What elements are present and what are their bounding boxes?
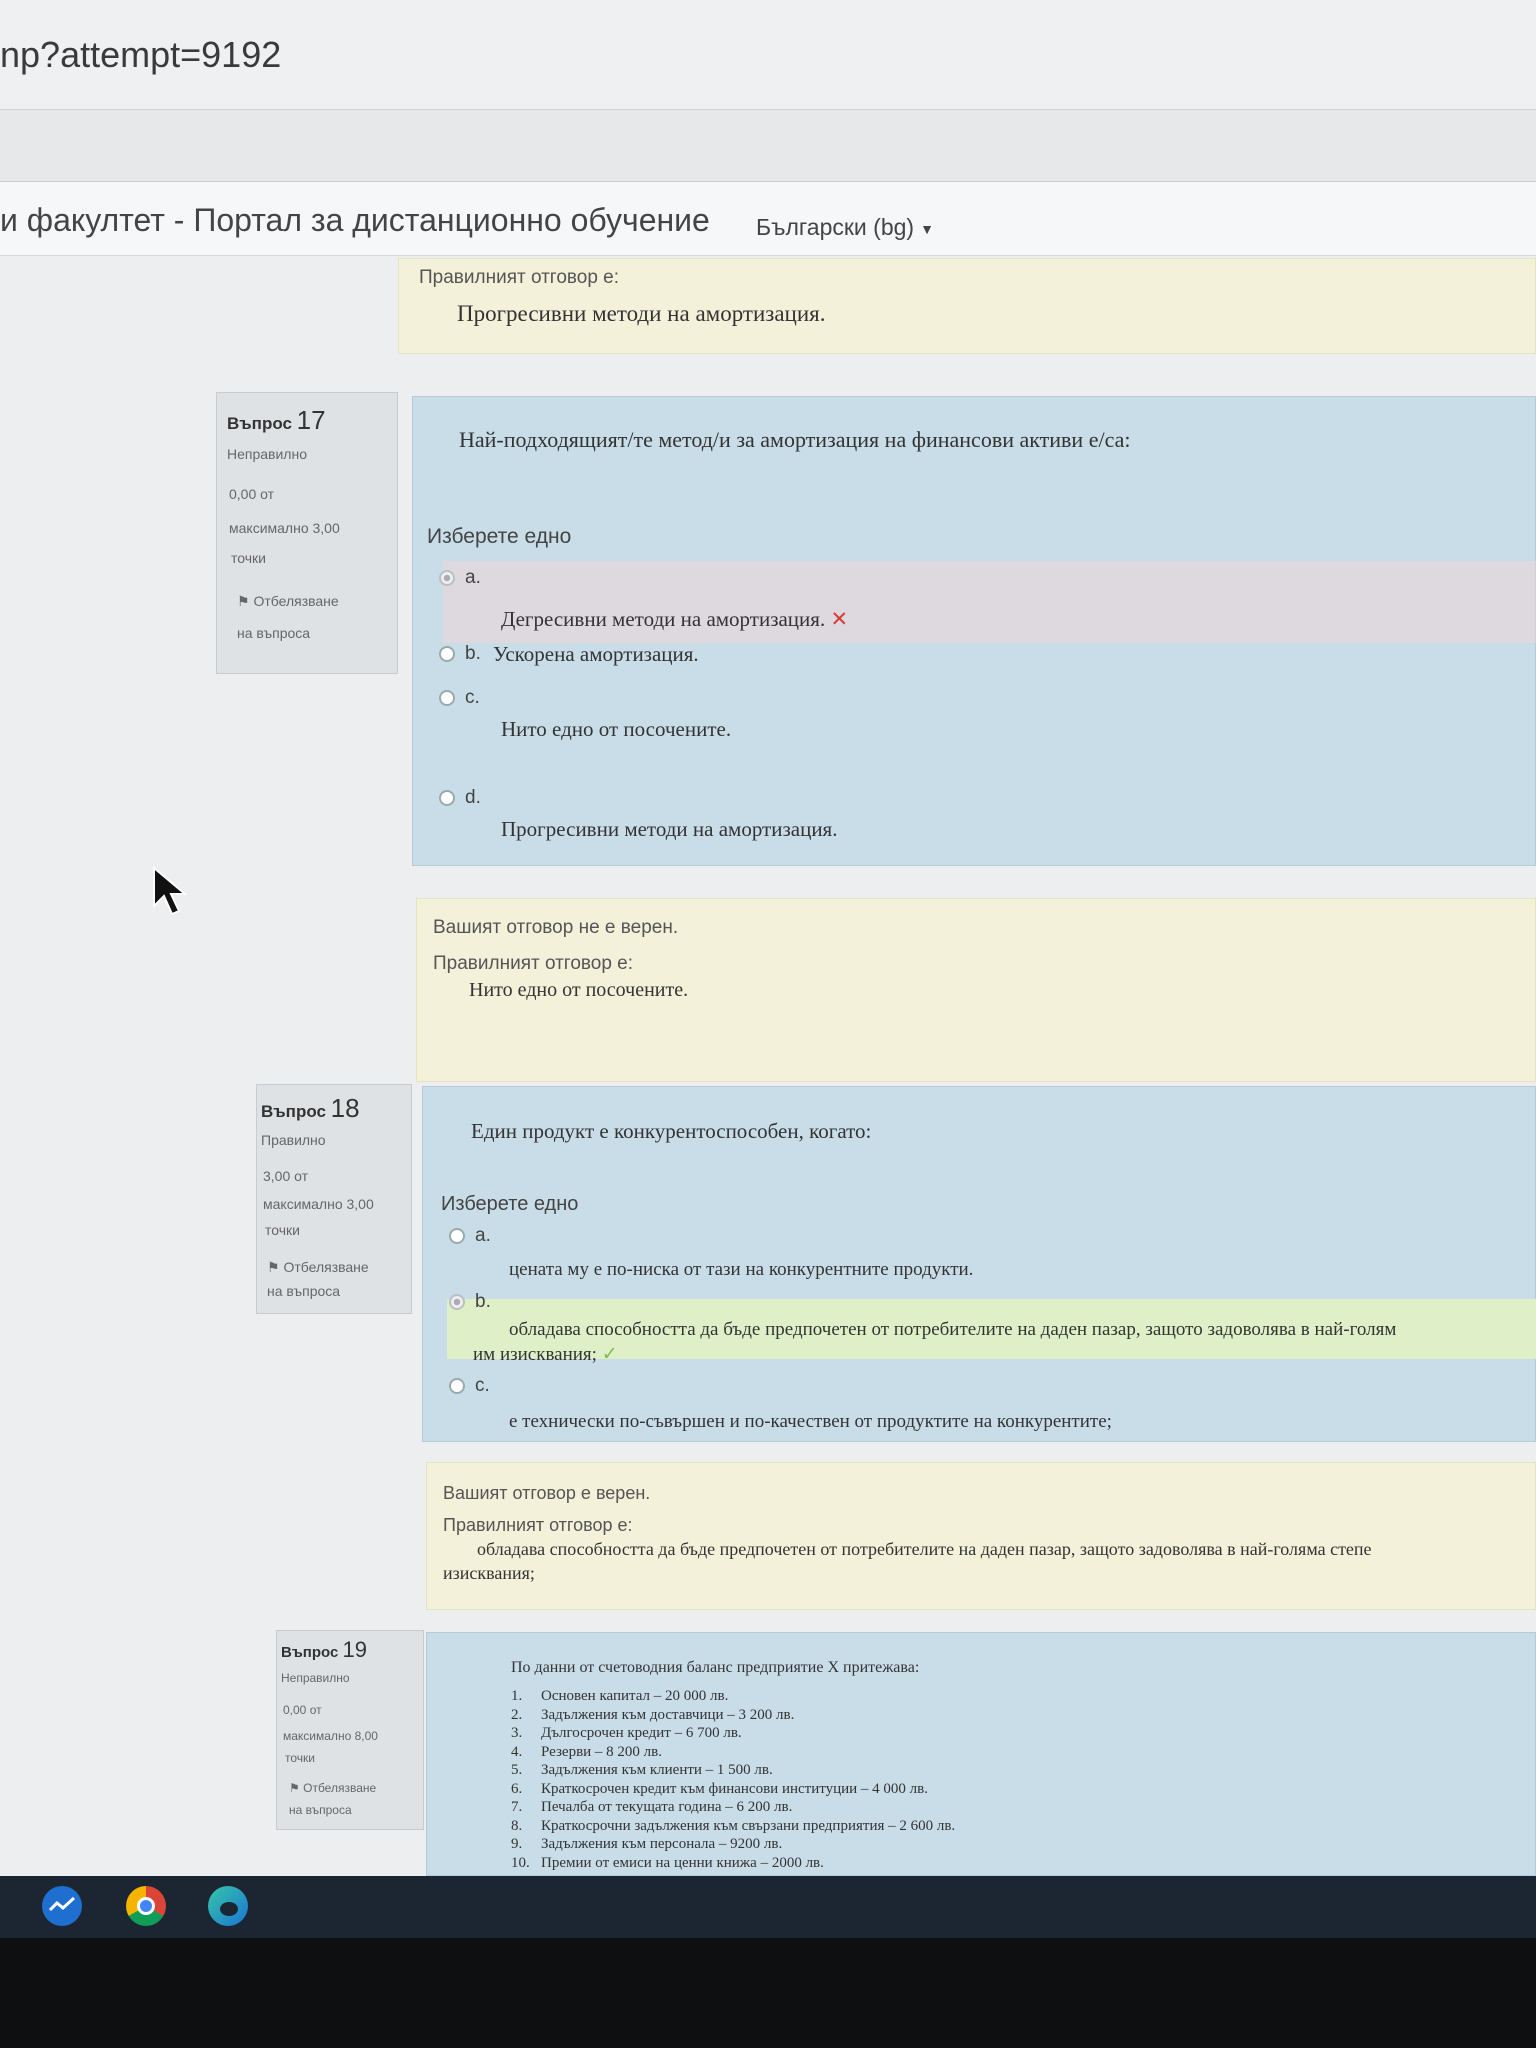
feedback-result: Вашият отговор не е верен. xyxy=(433,917,679,938)
flag-question-link-2[interactable]: на въпроса xyxy=(289,1803,352,1817)
option-a[interactable]: a. xyxy=(449,1225,491,1247)
correct-answer-text: Нито едно от посочените. xyxy=(469,979,689,1001)
language-selector[interactable]: Български (bg) ▼ xyxy=(756,214,934,241)
question-status: Правилно xyxy=(261,1132,326,1148)
correct-answer-text-cont: изисквания; xyxy=(443,1563,535,1583)
radio-a[interactable] xyxy=(449,1227,465,1244)
option-b-text: Ускорена амортизация. xyxy=(493,642,699,666)
list-item: 10. Премии от емиси на ценни книжа – 2000… xyxy=(511,1854,824,1871)
question-info-19: Въпрос 19 Неправилно 0,00 от максимално … xyxy=(276,1630,424,1830)
flag-icon: ⚑ xyxy=(267,1259,280,1275)
caret-down-icon: ▼ xyxy=(920,220,934,237)
question-number: Въпрос 17 xyxy=(227,405,326,435)
question-points: точки xyxy=(265,1222,300,1238)
correct-check-icon: ✓ xyxy=(601,1343,618,1365)
choose-one-label: Изберете едно xyxy=(441,1193,579,1215)
option-a[interactable]: a. xyxy=(439,567,481,589)
radio-c[interactable] xyxy=(439,689,455,706)
question-number: Въпрос 18 xyxy=(261,1093,360,1123)
flag-icon: ⚑ xyxy=(237,593,250,609)
option-d[interactable]: d. xyxy=(439,787,481,809)
correct-answer-text: обладава способността да бъде предпочете… xyxy=(477,1539,1372,1559)
question-score: 3,00 от xyxy=(263,1168,309,1184)
question-max: максимално 3,00 xyxy=(229,520,340,536)
stocks-icon[interactable] xyxy=(42,1886,82,1926)
radio-c[interactable] xyxy=(449,1377,465,1394)
question-number: Въпрос 19 xyxy=(281,1637,367,1662)
question-status: Неправилно xyxy=(227,446,307,462)
question-text: По данни от счетоводния баланс предприят… xyxy=(511,1659,920,1676)
question-feedback-17: Вашият отговор не е верен. Правилният от… xyxy=(416,898,1536,1082)
option-c[interactable]: c. xyxy=(439,687,480,709)
correct-answer-label: Правилният отговор е: xyxy=(433,953,634,974)
flag-icon: ⚑ xyxy=(289,1781,300,1795)
question-points: точки xyxy=(285,1751,315,1765)
option-c[interactable]: c. xyxy=(449,1375,490,1397)
option-b[interactable]: b. xyxy=(449,1291,491,1313)
os-taskbar xyxy=(0,1876,1536,1938)
list-item: 6. Краткосрочен кредит към финансови инст… xyxy=(511,1780,929,1797)
option-c-text: Нито едно от посочените. xyxy=(501,717,732,741)
option-a-text: цената му е по-ниска от тази на конкурен… xyxy=(509,1259,974,1280)
site-header: и факултет - Портал за дистанционно обуч… xyxy=(0,182,1536,256)
radio-b[interactable] xyxy=(439,645,455,662)
mouse-cursor-icon xyxy=(153,866,188,916)
option-b-text-cont: им изисквания; ✓ xyxy=(473,1343,618,1365)
option-c-text: е технически по-съвършен и по-качествен … xyxy=(509,1411,1112,1432)
option-a-text: Дегресивни методи на амортизация. ✕ xyxy=(501,607,849,631)
edge-icon[interactable] xyxy=(208,1886,248,1926)
option-b[interactable]: b. xyxy=(439,643,481,665)
flag-question-link[interactable]: ⚑ Отбелязване xyxy=(267,1259,369,1276)
list-item: 4. Резерви – 8 200 лв. xyxy=(511,1743,662,1760)
previous-feedback: Правилният отговор е: Прогресивни методи… xyxy=(398,258,1536,354)
question-text: Един продукт е конкурентоспособен, когат… xyxy=(471,1119,872,1143)
question-content-17: Най-подходящият/те метод/и за амортизаци… xyxy=(412,396,1536,866)
radio-d[interactable] xyxy=(439,789,455,806)
feedback-result: Вашият отговор е верен. xyxy=(443,1483,651,1503)
option-d-text: Прогресивни методи на амортизация. xyxy=(501,817,838,841)
language-label: Български (bg) xyxy=(756,214,915,240)
list-item: 2. Задължения към доставчици – 3 200 лв. xyxy=(511,1706,795,1723)
question-score: 0,00 от xyxy=(229,486,275,502)
monitor-bezel xyxy=(0,1938,1536,2048)
chrome-icon[interactable] xyxy=(126,1886,166,1926)
flag-question-link[interactable]: ⚑ Отбелязване xyxy=(237,593,339,610)
correct-answer-text: Прогресивни методи на амортизация. xyxy=(457,301,826,326)
list-item: 3. Дългосрочен кредит – 6 700 лв. xyxy=(511,1725,742,1741)
site-title[interactable]: и факултет - Портал за дистанционно обуч… xyxy=(0,202,710,239)
list-item: 7. Печалба от текущата година – 6 200 лв. xyxy=(511,1799,793,1815)
balance-items-list: 1. Основен капитал – 20 000 лв. 2. Задълже… xyxy=(511,1687,955,1872)
question-score: 0,00 от xyxy=(283,1703,322,1717)
question-text: Най-подходящият/те метод/и за амортизаци… xyxy=(459,427,1131,452)
question-content-18: Един продукт е конкурентоспособен, когат… xyxy=(422,1086,1536,1442)
question-status: Неправилно xyxy=(281,1671,350,1685)
list-item: 1. Основен капитал – 20 000 лв. xyxy=(511,1688,729,1704)
question-content-19: По данни от счетоводния баланс предприят… xyxy=(426,1632,1536,1876)
radio-a[interactable] xyxy=(439,569,455,586)
choose-one-label: Изберете едно xyxy=(427,525,572,548)
list-item: 9. Задължения към персонала – 9200 лв. xyxy=(511,1836,783,1852)
radio-b[interactable] xyxy=(449,1293,465,1310)
flag-question-link-2[interactable]: на въпроса xyxy=(267,1283,340,1299)
option-b-text: обладава способността да бъде предпочете… xyxy=(509,1319,1397,1340)
url-text[interactable]: np?attempt=9192 xyxy=(0,34,281,76)
list-item: 8. Краткосрочни задължения към свързани п… xyxy=(511,1817,956,1834)
browser-address-bar: np?attempt=9192 xyxy=(0,0,1536,110)
question-max: максимално 3,00 xyxy=(263,1196,374,1212)
incorrect-icon: ✕ xyxy=(830,607,849,631)
list-item: 5. Задължения към клиенти – 1 500 лв. xyxy=(511,1762,773,1778)
question-info-18: Въпрос 18 Правилно 3,00 от максимално 3,… xyxy=(256,1084,412,1314)
flag-question-link[interactable]: ⚑ Отбелязване xyxy=(289,1781,376,1795)
browser-toolbar xyxy=(0,110,1536,182)
question-max: максимално 8,00 xyxy=(283,1729,378,1743)
correct-answer-label: Правилният отговор е: xyxy=(443,1515,633,1535)
question-feedback-18: Вашият отговор е верен. Правилният отгов… xyxy=(426,1462,1536,1610)
flag-question-link-2[interactable]: на въпроса xyxy=(237,625,310,641)
correct-answer-label: Правилният отговор е: xyxy=(419,267,620,288)
question-points: точки xyxy=(231,550,266,566)
question-info-17: Въпрос 17 Неправилно 0,00 от максимално … xyxy=(216,392,398,674)
